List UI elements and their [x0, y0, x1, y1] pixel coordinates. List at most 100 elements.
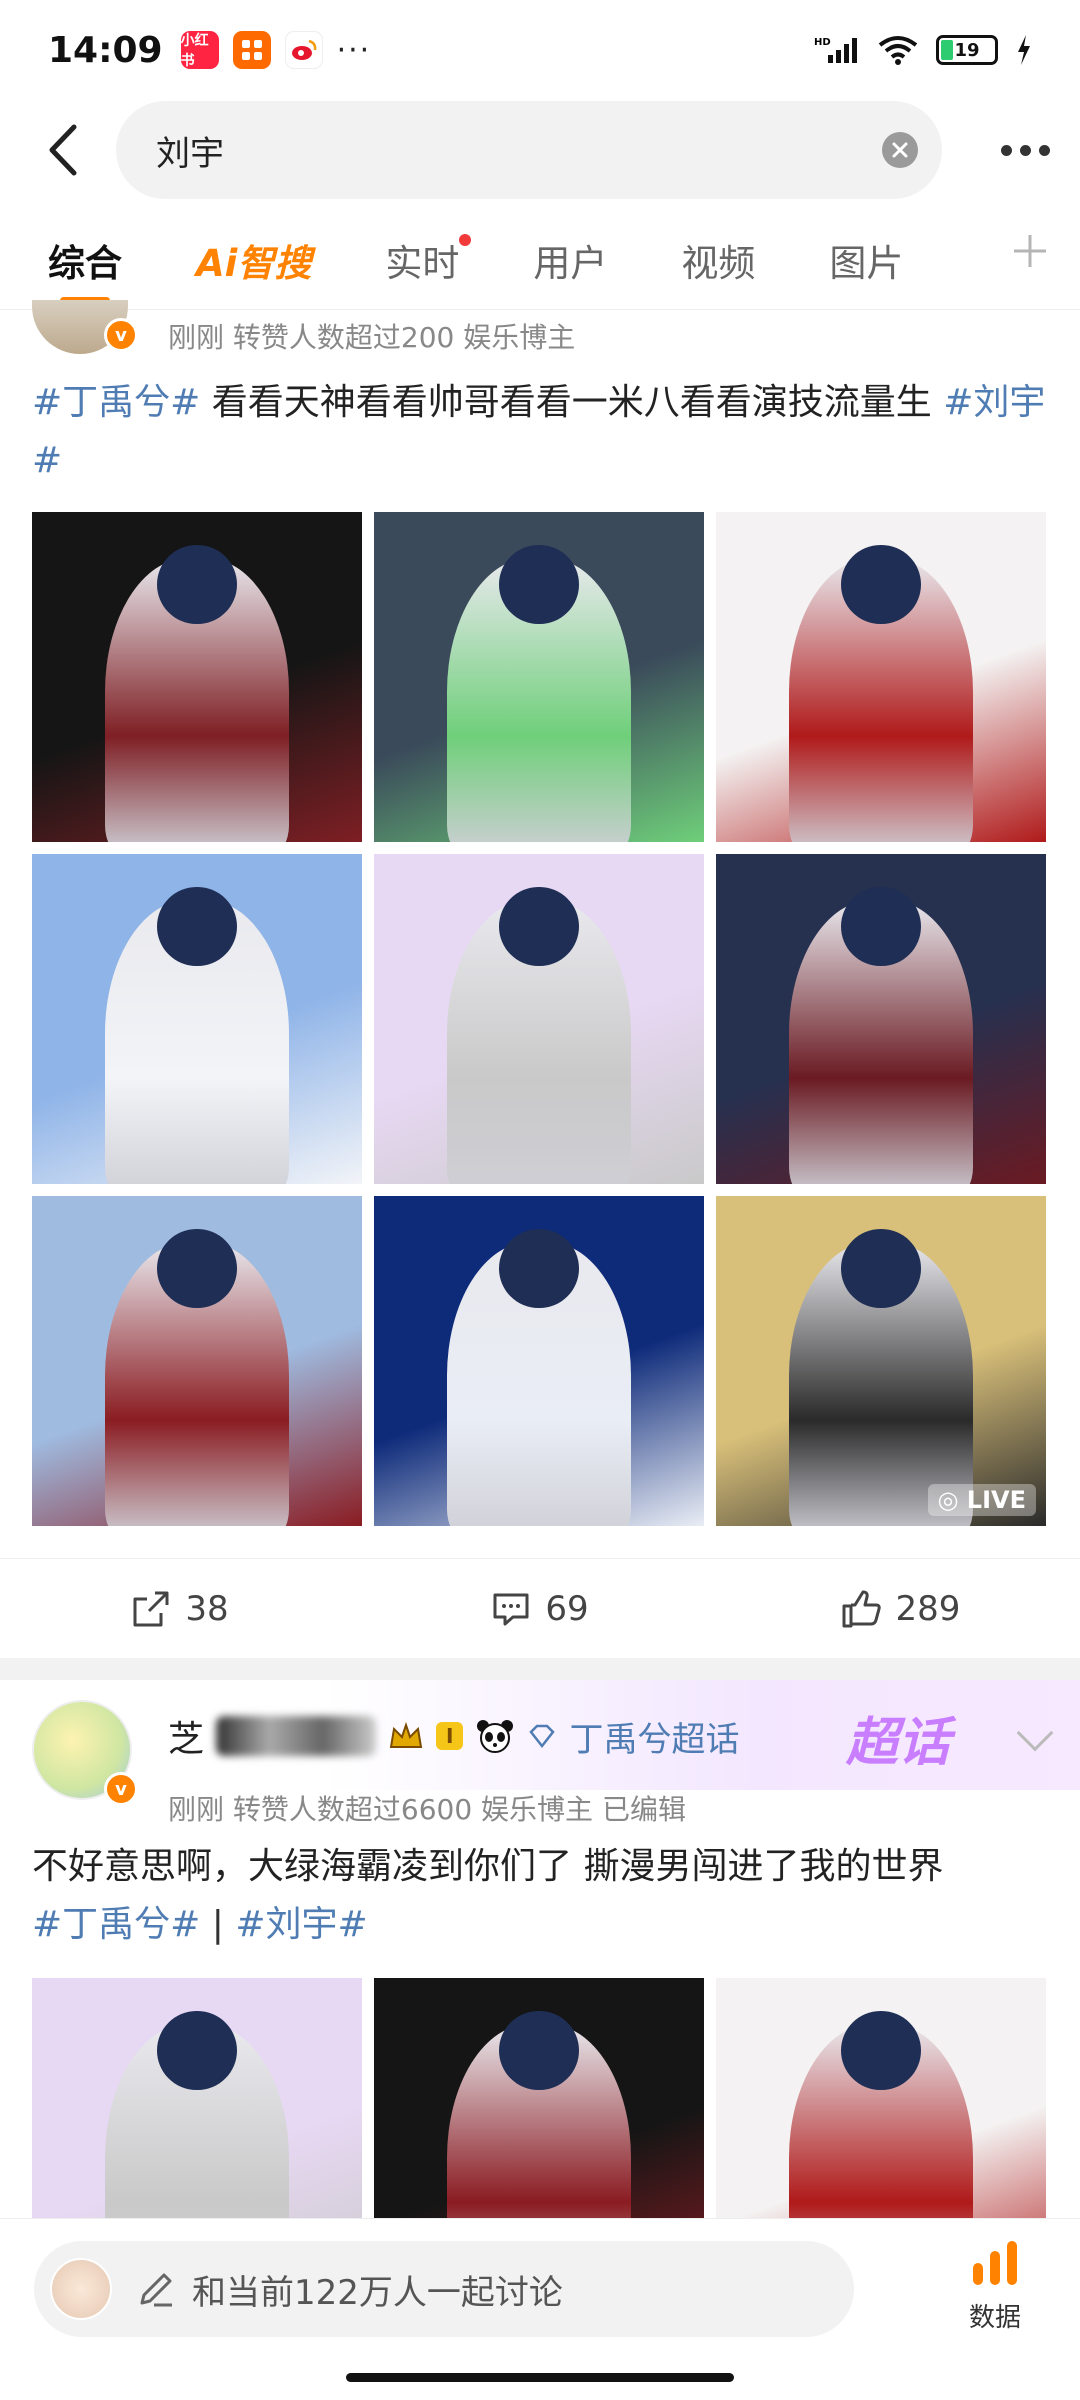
post2-body: 不好意思啊，大绿海霸凌到你们了 撕漫男闯进了我的世界: [32, 1846, 944, 1887]
photo-thumbnail[interactable]: [32, 1196, 362, 1526]
plus-icon: [1014, 235, 1046, 267]
photo-head: [841, 887, 921, 967]
photo-thumbnail[interactable]: [716, 1978, 1046, 2218]
status-bar: 14:09 小红书 ··· HD 19: [0, 0, 1080, 100]
panda-icon: [477, 1720, 514, 1753]
discuss-input[interactable]: 和当前122万人一起讨论: [34, 2241, 854, 2337]
comment-button[interactable]: 69: [360, 1589, 720, 1629]
like-button[interactable]: 289: [720, 1589, 1080, 1629]
search-input[interactable]: 刘宇: [116, 101, 942, 199]
post2-author[interactable]: 芝 I 丁禹兮超话: [168, 1710, 739, 1762]
data-button[interactable]: 数据: [950, 2235, 1040, 2334]
photo-thumbnail[interactable]: ◎ LIVE: [716, 1196, 1046, 1526]
more-options-button[interactable]: [1001, 144, 1050, 156]
comment-count: 69: [545, 1588, 589, 1629]
tab-ai-search[interactable]: Ai智搜: [196, 210, 311, 310]
photo-thumbnail[interactable]: [374, 512, 704, 842]
tab-label: Ai智搜: [196, 241, 312, 285]
photo-thumbnail[interactable]: [32, 512, 362, 842]
tab-label: 实时: [385, 241, 460, 285]
tab-users[interactable]: 用户: [533, 210, 607, 310]
photo-head: [841, 1229, 921, 1309]
tab-video[interactable]: 视频: [681, 210, 755, 310]
pencil-icon: [140, 2273, 172, 2307]
weibo-app-icon: [284, 31, 323, 69]
comment-icon: [493, 1593, 529, 1625]
photo-thumbnail[interactable]: [374, 854, 704, 1184]
signal-icon: HD: [814, 37, 857, 63]
repost-count: 38: [185, 1588, 229, 1629]
dot-icon: [1039, 144, 1050, 156]
orange-app-icon: [232, 31, 271, 69]
status-overflow: ···: [336, 32, 372, 68]
post1-text: #丁禹兮# 看看天神看看帅哥看看一米八看看演技流量生 #刘宇#: [32, 374, 1052, 490]
photo-thumbnail[interactable]: [374, 1978, 704, 2218]
status-time: 14:09: [48, 29, 163, 71]
tab-label: 图片: [829, 241, 904, 285]
tab-images[interactable]: 图片: [829, 210, 903, 310]
xiaohongshu-app-icon: 小红书: [180, 31, 219, 69]
tab-realtime[interactable]: 实时: [385, 210, 472, 310]
post1-body: 看看天神看看帅哥看看一米八看看演技流量生: [200, 382, 944, 423]
status-right: HD 19: [814, 35, 1032, 65]
new-dot-indicator: [459, 233, 472, 246]
thumbs-up-icon: [842, 1590, 881, 1627]
post2-photo-grid: [32, 1978, 1046, 2218]
hashtag-link[interactable]: #丁禹兮#: [32, 382, 200, 423]
photo-head: [157, 887, 237, 967]
photo-thumbnail[interactable]: [374, 1196, 704, 1526]
close-icon: [892, 142, 908, 158]
post1-actions: 38 69 289: [0, 1558, 1080, 1658]
photo-head: [499, 1229, 579, 1309]
verified-badge-icon: v: [104, 318, 138, 352]
blurred-name: [216, 1716, 377, 1756]
tab-comprehensive[interactable]: 综合: [48, 210, 122, 310]
post2-text: 不好意思啊，大绿海霸凌到你们了 撕漫男闯进了我的世界 #丁禹兮# | #刘宇#: [32, 1838, 1052, 1954]
photo-thumbnail[interactable]: [716, 512, 1046, 842]
photo-head: [499, 545, 579, 625]
photo-thumbnail[interactable]: [716, 854, 1046, 1184]
tab-label: 视频: [681, 241, 756, 285]
data-label: 数据: [968, 2303, 1021, 2333]
tag-separator: |: [200, 1904, 236, 1945]
live-photo-badge: ◎ LIVE: [927, 1484, 1036, 1516]
photo-thumbnail[interactable]: [32, 1978, 362, 2218]
photo-head: [157, 1229, 237, 1309]
photo-thumbnail[interactable]: [32, 854, 362, 1184]
search-header: 刘宇: [0, 100, 1080, 200]
chevron-left-icon: [49, 124, 77, 176]
dot-icon: [1020, 144, 1031, 156]
post-divider: [0, 1658, 1080, 1680]
home-indicator[interactable]: [346, 2373, 734, 2382]
post1-photo-grid: ◎ LIVE: [32, 512, 1046, 1526]
share-icon: [133, 1591, 169, 1626]
search-query: 刘宇: [156, 133, 224, 174]
photo-head: [157, 2011, 237, 2091]
charging-icon: [1018, 35, 1030, 65]
supertopic-link[interactable]: 丁禹兮超话: [569, 1712, 739, 1761]
chaohua-label: 超话: [845, 1713, 950, 1773]
bar-chart-icon: [973, 2241, 1017, 2285]
photo-head: [841, 2011, 921, 2091]
tab-label: 综合: [48, 241, 122, 285]
dot-icon: [1001, 144, 1012, 156]
notification-icons: 小红书 ···: [180, 31, 372, 69]
avatar: [50, 2258, 112, 2320]
clear-search-button[interactable]: [882, 132, 918, 168]
hashtag-link[interactable]: #丁禹兮#: [32, 1904, 200, 1945]
photo-head: [841, 545, 921, 625]
post2-meta: 刚刚 转赞人数超过6600 娱乐博主 已编辑: [168, 1793, 686, 1826]
hashtag-link[interactable]: #刘宇#: [235, 1904, 367, 1945]
photo-head: [499, 887, 579, 967]
repost-button[interactable]: 38: [0, 1589, 360, 1629]
add-tab-button[interactable]: [1010, 228, 1050, 280]
battery-level: 19: [954, 39, 980, 61]
wifi-icon: [878, 36, 918, 65]
svg-text:HD: HD: [814, 37, 831, 48]
battery-icon: 19: [936, 35, 998, 65]
search-tabs: 综合 Ai智搜 实时 用户 视频 图片: [0, 210, 1080, 310]
post1-meta: 刚刚 转赞人数超过200 娱乐博主: [168, 321, 576, 354]
diamond-icon: [529, 1724, 556, 1748]
back-button[interactable]: [34, 120, 94, 180]
photo-head: [157, 545, 237, 625]
